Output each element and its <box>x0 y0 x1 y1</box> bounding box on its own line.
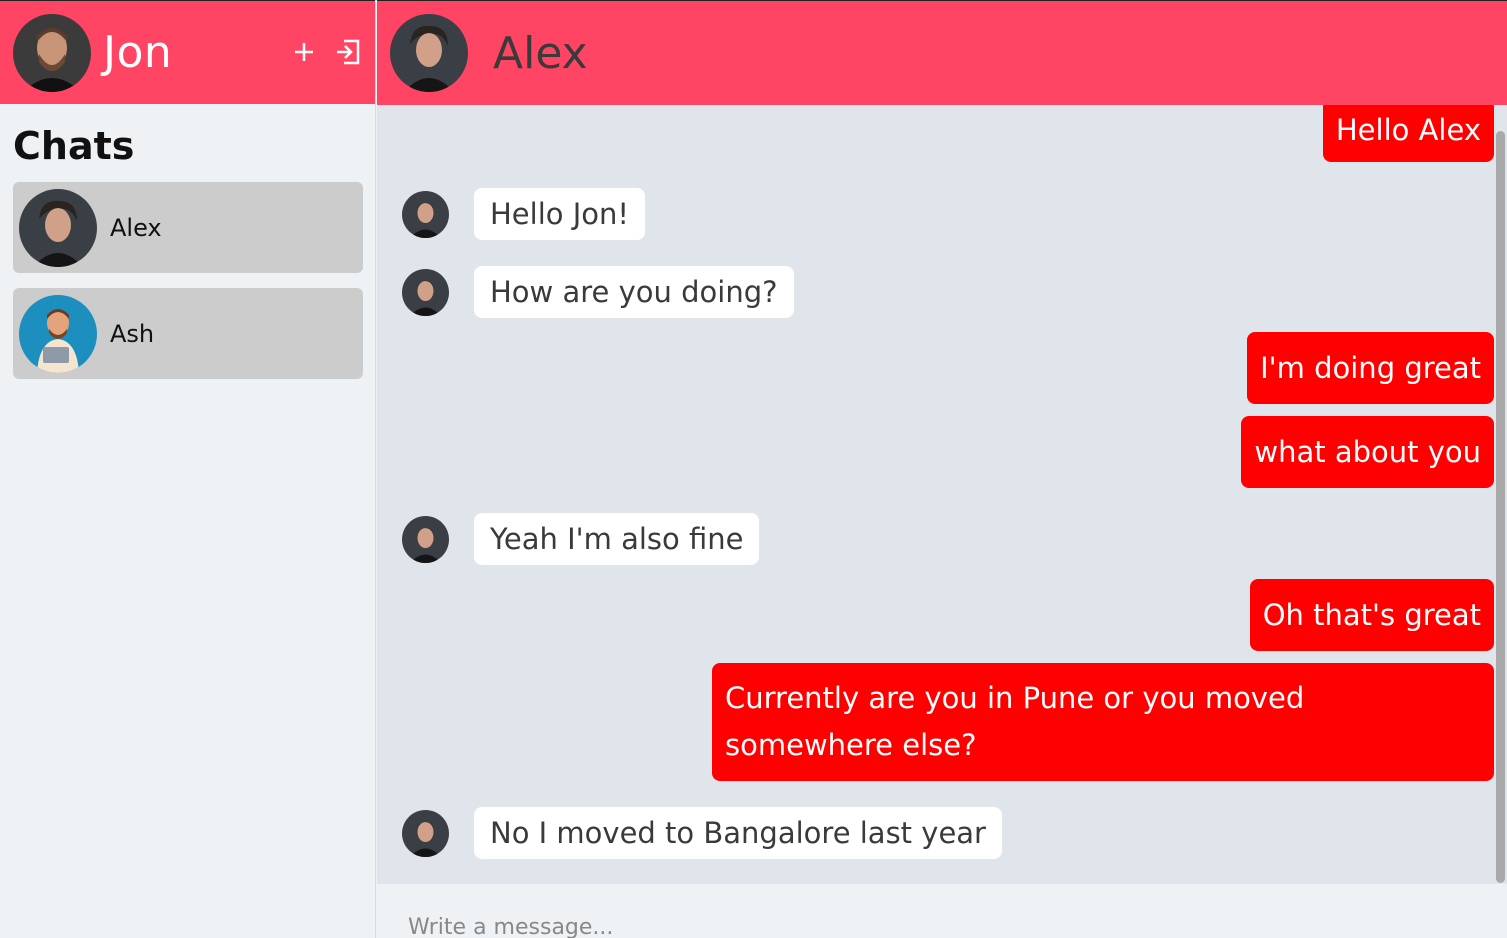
conversation-panel: Alex Hello Alex Hello Jon! How are you d… <box>377 0 1507 938</box>
contact-name: Alex <box>493 27 588 79</box>
contact-avatar <box>19 188 97 267</box>
chat-list: Alex Ash <box>0 182 375 379</box>
message-avatar <box>402 191 449 238</box>
chat-item-alex[interactable]: Alex <box>13 182 363 273</box>
chats-heading: Chats <box>13 124 135 168</box>
logout-icon[interactable] <box>335 37 361 67</box>
chat-item-label: Alex <box>110 213 162 242</box>
conversation-header: Alex <box>377 0 1507 105</box>
message-input[interactable] <box>377 884 1507 938</box>
chat-item-label: Ash <box>110 319 155 348</box>
message-incoming: Hello Jon! <box>474 188 646 240</box>
message-outgoing: Oh that's great <box>1249 579 1494 651</box>
message-list: Hello Alex Hello Jon! How are you doing?… <box>377 105 1494 884</box>
message-avatar <box>402 810 449 857</box>
user-avatar[interactable] <box>13 13 91 92</box>
user-name: Jon <box>103 27 173 78</box>
message-scrollbar[interactable] <box>1494 105 1507 884</box>
sidebar: Jon Chats Alex Ash <box>0 0 376 938</box>
message-composer <box>377 884 1507 938</box>
chat-item-ash[interactable]: Ash <box>13 288 363 379</box>
contact-header-avatar[interactable] <box>390 14 468 92</box>
message-incoming: No I moved to Bangalore last year <box>474 807 1002 859</box>
message-outgoing: what about you <box>1241 416 1494 488</box>
message-outgoing: Currently are you in Pune or you moved s… <box>712 663 1494 781</box>
contact-avatar <box>19 294 97 373</box>
message-avatar <box>402 269 449 316</box>
message-avatar <box>402 516 449 563</box>
message-outgoing: I'm doing great <box>1247 332 1494 404</box>
message-incoming: Yeah I'm also fine <box>474 513 760 565</box>
scrollbar-thumb[interactable] <box>1496 131 1505 883</box>
sidebar-actions <box>291 37 361 67</box>
sidebar-header: Jon <box>0 0 375 104</box>
plus-icon[interactable] <box>291 37 317 67</box>
message-outgoing: Hello Alex <box>1322 105 1494 162</box>
message-incoming: How are you doing? <box>474 266 794 318</box>
